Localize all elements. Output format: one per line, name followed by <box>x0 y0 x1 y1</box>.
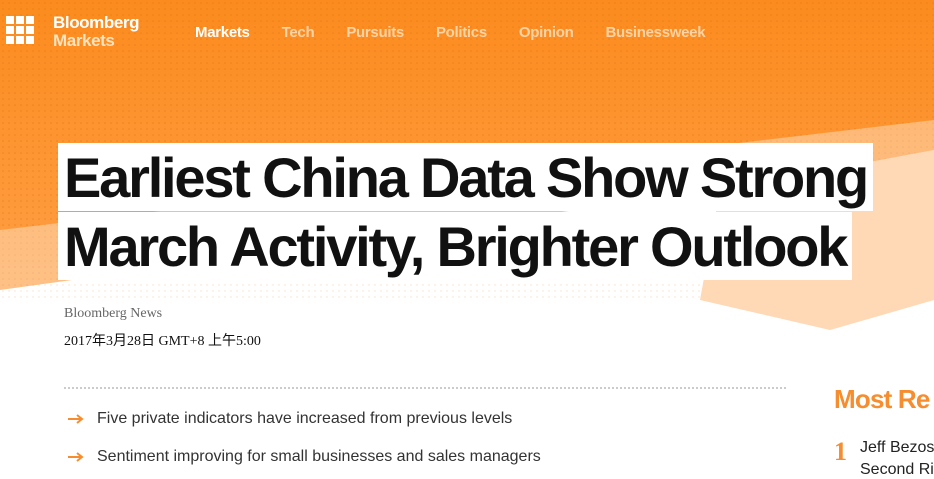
article-author[interactable]: Bloomberg News <box>64 306 162 322</box>
nav-item-opinion[interactable]: Opinion <box>519 24 574 41</box>
most-read-rank: 1 <box>834 437 847 466</box>
menu-grid-icon[interactable] <box>6 16 34 44</box>
nav-item-tech[interactable]: Tech <box>282 24 315 41</box>
article-headline: Earliest China Data Show Strong March Ac… <box>58 143 874 280</box>
most-read-title-line1: Jeff Bezos <box>860 439 934 456</box>
summary-bullet: Sentiment improving for small businesses… <box>68 446 541 468</box>
summary-bullet-text: Five private indicators have increased f… <box>97 410 513 427</box>
nav-item-pursuits[interactable]: Pursuits <box>346 24 404 41</box>
article-date: 2017年3月28日 GMT+8 上午5:00 <box>64 334 261 349</box>
headline-line-2: March Activity, Brighter Outlook <box>58 212 853 280</box>
summary-bullet: Five private indicators have increased f… <box>68 408 541 430</box>
most-read-heading: Most Re <box>834 384 930 414</box>
top-navbar: Bloomberg Markets Markets Tech Pursuits … <box>0 0 934 64</box>
nav-item-businessweek[interactable]: Businessweek <box>605 24 705 41</box>
headline-line-1: Earliest China Data Show Strong <box>58 143 874 211</box>
section-nav: Markets Tech Pursuits Politics Opinion B… <box>195 24 737 41</box>
arrow-right-icon <box>68 452 84 462</box>
logo-line2: Markets <box>53 31 115 50</box>
logo-line1: Bloomberg <box>53 13 140 32</box>
nav-item-markets[interactable]: Markets <box>195 24 250 41</box>
summary-bullet-text: Sentiment improving for small businesses… <box>97 448 541 465</box>
article-summary-list: Five private indicators have increased f… <box>68 408 541 479</box>
content-divider <box>64 387 786 389</box>
nav-item-politics[interactable]: Politics <box>436 24 487 41</box>
most-read-title-line2: Second Ri <box>860 461 934 478</box>
bloomberg-markets-logo[interactable]: Bloomberg Markets <box>53 13 140 50</box>
most-read-item-title[interactable]: Jeff Bezos Second Ri <box>860 437 934 479</box>
arrow-right-icon <box>68 414 84 424</box>
